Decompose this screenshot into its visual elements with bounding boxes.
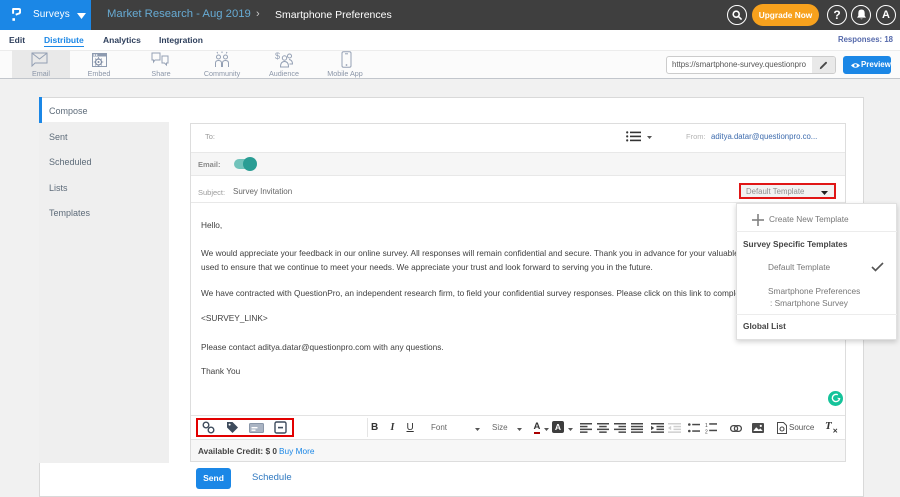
svg-text:2: 2 xyxy=(705,429,708,434)
svg-text:$: $ xyxy=(275,51,280,61)
svg-text:1: 1 xyxy=(705,422,708,428)
